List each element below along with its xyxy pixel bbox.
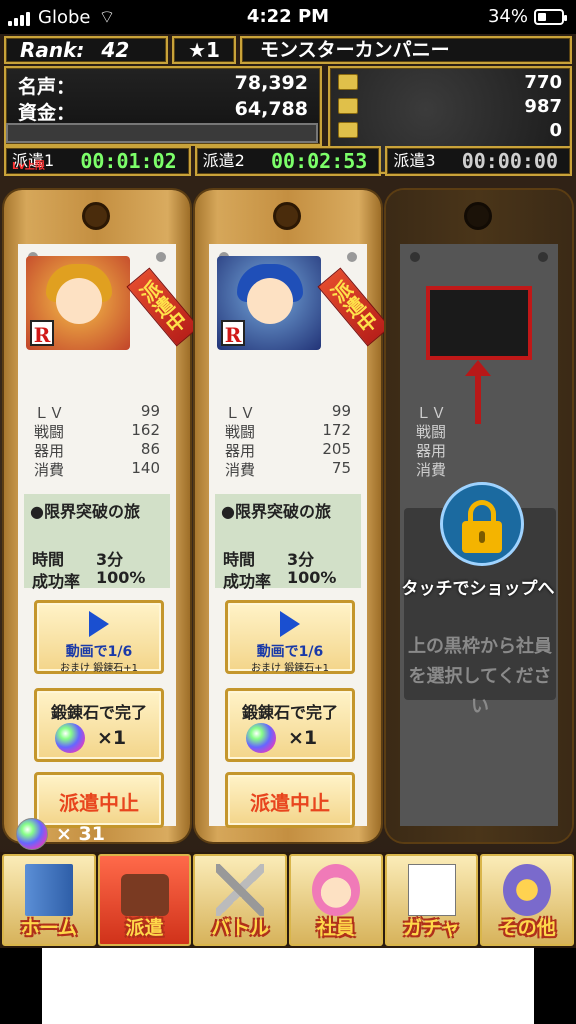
status-bar: Globe ⌔ 4:22 PM 34% (0, 0, 576, 34)
level-cap-note: Lv上限 (12, 161, 45, 172)
watch-video-button[interactable]: 動画で1/6 おまけ 鍛錬石+1 (34, 600, 164, 674)
stat-row: 消費 75 (225, 459, 351, 479)
stat-row: 消費 140 (34, 459, 160, 479)
dispatch-timer: 00:02:53 (271, 149, 368, 173)
coupon-icon (338, 122, 358, 138)
stat-row: ＬＶ 99 (34, 402, 160, 422)
complete-with-stone-button[interactable]: 鍛錬石で完了 ×1 (225, 688, 355, 762)
experience-bar (6, 123, 318, 143)
item-row-1: 770 (338, 72, 562, 94)
stop-dispatch-button[interactable]: 派遣中止 (225, 772, 355, 828)
pin-icon (410, 252, 420, 262)
game-screen: Rank: 42 ★1 モンスターカンパニー 名声： 78,392 資金： 64… (0, 34, 576, 948)
journey-title: ●限界突破の旅 (221, 502, 331, 521)
gacha-paper-icon (407, 864, 456, 916)
employee-stats: ＬＶ 99 戦闘 162 器用 86 消費 140 (34, 402, 160, 479)
pin-icon (538, 252, 548, 262)
lock-icon[interactable] (440, 482, 524, 566)
funds-row: 資金： 64,788 (18, 98, 308, 124)
rank-value: 42 (101, 38, 130, 62)
rarity-badge: R (221, 320, 245, 347)
fame-label: 名声： (18, 76, 76, 98)
employee-stats: ＬＶ 99 戦闘 172 器用 205 消費 75 (225, 402, 351, 479)
funds-label: 資金： (18, 102, 76, 124)
journey-title: ●限界突破の旅 (30, 502, 140, 521)
funds-value: 64,788 (234, 98, 308, 120)
dispatch-card-2: R 派遣中 ＬＶ 99 戦闘 172 器用 205 消費 75 ●限界突破の旅 時間 3分… (195, 190, 391, 842)
gem-count-value: × 31 (56, 823, 105, 845)
training-stone-icon (16, 818, 48, 850)
briefcase-icon (120, 874, 169, 916)
gear-trophy-icon (503, 864, 552, 916)
dispatch-timer: 00:00:00 (461, 149, 559, 173)
dispatch-slot-label: 派遣3 (393, 151, 436, 170)
training-stone-icon (55, 723, 85, 753)
dispatch-slot-label: 派遣2 (202, 151, 245, 170)
fame-row: 名声： 78,392 (18, 72, 308, 98)
stat-row: ＬＶ 99 (225, 402, 351, 422)
dispatch-card-3-locked[interactable]: ＬＶ 戦闘 器用 消費 上の黒枠から社員を選択してください タッチでショップへ (386, 190, 572, 842)
crossed-swords-icon (216, 864, 265, 916)
item-value-3: 0 (549, 120, 562, 141)
dispatch-slot-1[interactable]: 派遣1 00:01:02 Lv上限 (4, 146, 191, 176)
journey-info: ●限界突破の旅 時間 3分 成功率 100% (215, 494, 361, 591)
nav-battle[interactable]: バトル (193, 854, 288, 946)
rank-label: Rank: (20, 38, 85, 62)
dispatch-card-1: R 派遣中 ＬＶ 99 戦闘 162 器用 86 消費 140 ●限界突破の旅 時間 3分… (4, 190, 200, 842)
nav-other[interactable]: その他 (480, 854, 575, 946)
nav-home[interactable]: ホーム (2, 854, 96, 946)
go-to-shop-link[interactable]: タッチでショップへ (378, 574, 576, 599)
empty-stats: ＬＶ 戦闘 器用 消費 (416, 404, 447, 479)
ad-banner-area (42, 948, 534, 1024)
ticket-icon (338, 74, 358, 90)
fame-value: 78,392 (234, 72, 308, 94)
potion-icon (338, 98, 358, 114)
journey-info: ●限界突破の旅 時間 3分 成功率 100% (24, 494, 170, 591)
rarity-badge: R (30, 320, 54, 347)
dispatch-slot-3[interactable]: 派遣3 00:00:00 (385, 146, 573, 176)
stat-row: 器用 86 (34, 440, 160, 460)
battery-area: 34% (487, 6, 567, 27)
star-level: ★1 (172, 36, 236, 64)
nav-gacha[interactable]: ガチャ (384, 854, 479, 946)
employee-portrait[interactable]: R (217, 256, 321, 350)
watch-video-button[interactable]: 動画で1/6 おまけ 鍛錬石+1 (225, 600, 355, 674)
footer-pad-left (0, 948, 42, 1024)
play-icon (280, 611, 300, 637)
board-hole (464, 202, 492, 230)
employee-portrait[interactable]: R (26, 256, 130, 350)
rank-box: Rank: 42 (4, 36, 168, 64)
building-icon (24, 864, 73, 916)
battery-percent: 34% (487, 6, 528, 27)
pin-icon (347, 252, 357, 262)
battery-icon (534, 8, 567, 25)
board-hole (82, 202, 110, 230)
training-stone-icon (246, 723, 276, 753)
nav-dispatch[interactable]: 派遣 (97, 854, 192, 946)
board-hole (273, 202, 301, 230)
pin-icon (156, 252, 166, 262)
play-icon (89, 611, 109, 637)
gem-counter: × 31 (16, 818, 105, 850)
complete-with-stone-button[interactable]: 鍛錬石で完了 ×1 (34, 688, 164, 762)
item-value-2: 987 (524, 96, 562, 117)
company-name: モンスターカンパニー (240, 36, 572, 64)
nav-employees[interactable]: 社員 (289, 854, 383, 946)
stat-row: 戦闘 162 (34, 421, 160, 441)
stat-row: 戦闘 172 (225, 421, 351, 441)
employee-select-frame[interactable] (426, 286, 532, 360)
item-row-3: 0 (338, 120, 562, 142)
stat-row: 器用 205 (225, 440, 351, 460)
select-message: 上の黒枠から社員を選択してください (408, 636, 552, 717)
rank-bar: Rank: 42 ★1 モンスターカンパニー (4, 36, 572, 64)
dispatch-slot-2[interactable]: 派遣2 00:02:53 (194, 146, 382, 176)
dispatch-timer: 00:01:02 (80, 149, 177, 173)
item-row-2: 987 (338, 96, 562, 118)
footer-pad-right (534, 948, 576, 1024)
employee-girl-icon (311, 864, 360, 916)
bottom-navigation: ホーム 派遣 バトル 社員 ガチャ その他 (0, 852, 576, 948)
dispatch-timers: 派遣1 00:01:02 Lv上限 派遣2 00:02:53 派遣3 00:00… (4, 146, 573, 176)
item-value-1: 770 (524, 72, 562, 93)
